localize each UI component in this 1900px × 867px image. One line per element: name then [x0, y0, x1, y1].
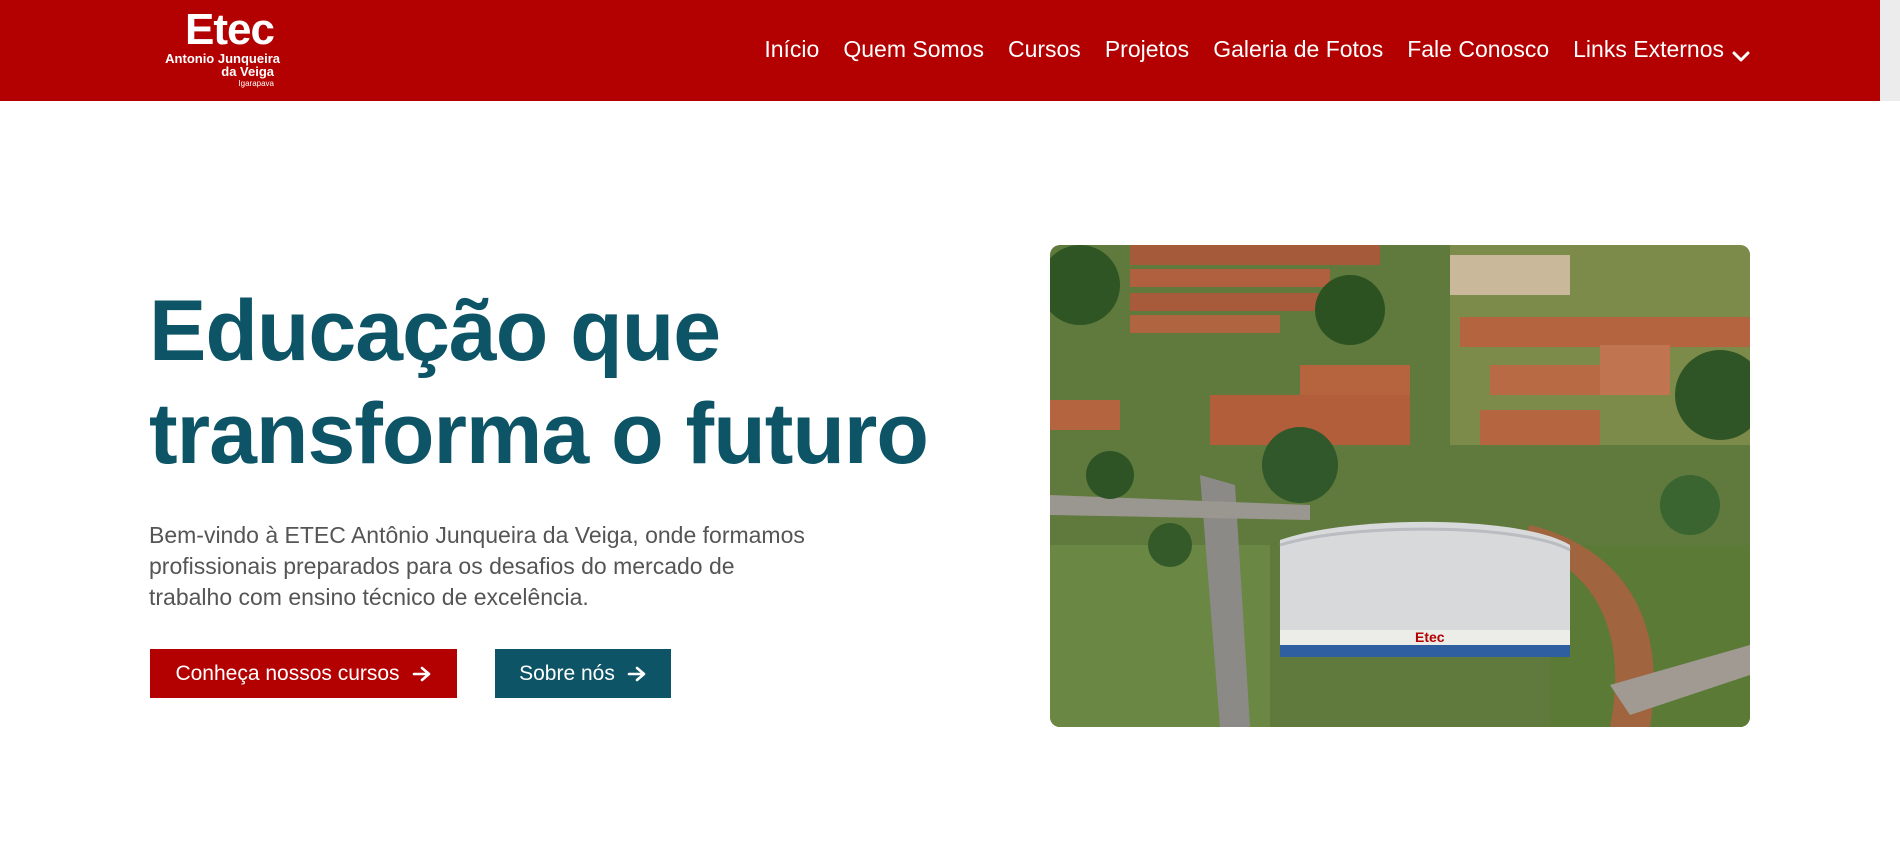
nav-item-cursos[interactable]: Cursos: [1008, 36, 1081, 63]
about-button[interactable]: Sobre nós: [495, 649, 671, 698]
aerial-campus-photo: Etec: [1050, 245, 1750, 727]
nav-item-links-externos[interactable]: Links Externos: [1573, 36, 1750, 63]
hero-title-line-2: transforma o futuro: [149, 386, 929, 482]
svg-text:Etec: Etec: [1415, 629, 1445, 645]
nav-item-links-externos-label: Links Externos: [1573, 36, 1724, 62]
about-button-label: Sobre nós: [519, 661, 615, 685]
arrow-right-icon: [412, 666, 430, 681]
main-nav: Início Quem Somos Cursos Projetos Galeri…: [764, 36, 1750, 63]
nav-item-quem-somos[interactable]: Quem Somos: [843, 36, 984, 63]
courses-button-label: Conheça nossos cursos: [175, 661, 400, 685]
nav-item-fale-conosco[interactable]: Fale Conosco: [1407, 36, 1549, 63]
hero-description: Bem-vindo à ETEC Antônio Junqueira da Ve…: [149, 522, 805, 610]
nav-item-galeria-de-fotos[interactable]: Galeria de Fotos: [1213, 36, 1383, 63]
logo-line-3: Igarapava: [238, 79, 274, 88]
top-navbar: Etec Antonio Junqueira da Veiga Igarapav…: [0, 0, 1900, 101]
hero-title-line-1: Educação que: [149, 283, 721, 379]
hero-title: Educação que transforma o futuro: [149, 280, 969, 486]
page-scrollbar[interactable]: [1880, 0, 1900, 101]
nav-item-inicio[interactable]: Início: [764, 36, 819, 63]
logo-line-2: da Veiga: [221, 64, 274, 79]
courses-button[interactable]: Conheça nossos cursos: [150, 649, 457, 698]
arrow-right-icon: [627, 666, 646, 681]
etec-logo[interactable]: Etec Antonio Junqueira da Veiga Igarapav…: [160, 8, 280, 90]
nav-item-projetos[interactable]: Projetos: [1105, 36, 1189, 63]
logo-word: Etec: [185, 5, 275, 54]
chevron-down-icon: [1732, 43, 1750, 61]
